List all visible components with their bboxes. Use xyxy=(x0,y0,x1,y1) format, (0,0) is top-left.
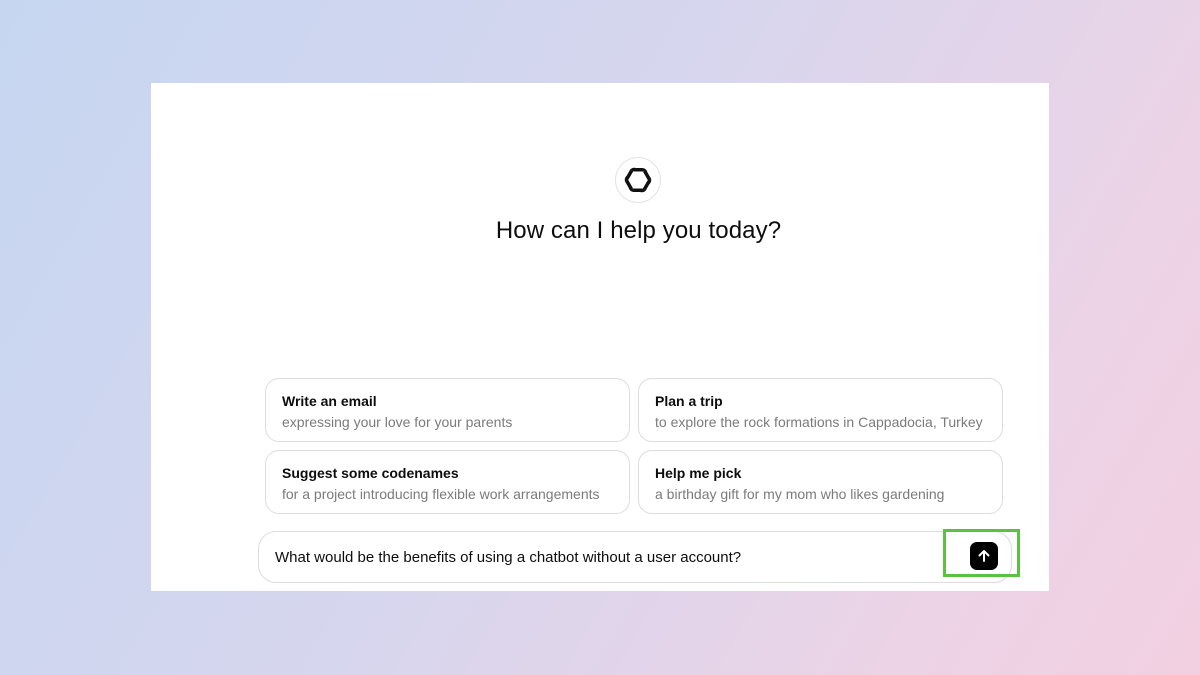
openai-logo-icon xyxy=(615,157,661,203)
suggestion-subtitle: a birthday gift for my mom who likes gar… xyxy=(655,486,945,502)
send-button[interactable] xyxy=(970,542,998,570)
message-composer xyxy=(258,531,1012,583)
message-input[interactable] xyxy=(275,532,935,582)
arrow-up-icon xyxy=(978,550,990,562)
suggestion-title: Plan a trip xyxy=(655,393,723,409)
chat-panel: How can I help you today? Write an email… xyxy=(151,83,1049,591)
suggestion-title: Help me pick xyxy=(655,465,742,481)
suggestion-card-help-pick[interactable]: Help me pick a birthday gift for my mom … xyxy=(638,450,1003,514)
suggestion-title: Suggest some codenames xyxy=(282,465,459,481)
suggestion-card-write-email[interactable]: Write an email expressing your love for … xyxy=(265,378,630,442)
suggestion-subtitle: for a project introducing flexible work … xyxy=(282,486,600,502)
suggestion-subtitle: expressing your love for your parents xyxy=(282,414,513,430)
suggestion-card-plan-trip[interactable]: Plan a trip to explore the rock formatio… xyxy=(638,378,1003,442)
page-title: How can I help you today? xyxy=(495,217,782,244)
suggestion-subtitle: to explore the rock formations in Cappad… xyxy=(655,414,983,430)
suggestion-card-codenames[interactable]: Suggest some codenames for a project int… xyxy=(265,450,630,514)
suggestion-title: Write an email xyxy=(282,393,377,409)
